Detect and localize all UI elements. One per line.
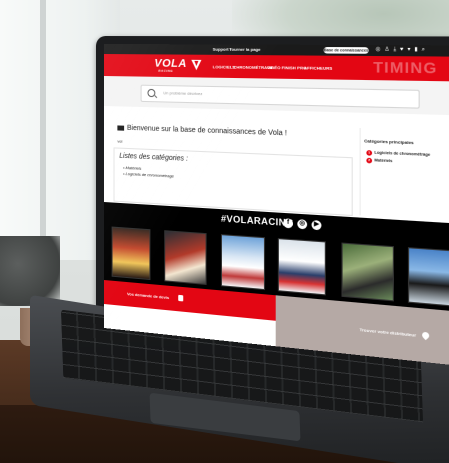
top-icon-group: ◎ ♙ ⤓ ♥ ▾ ▮ ⌕ [376, 46, 428, 53]
vola-logo[interactable]: VOLA RACING [154, 56, 214, 75]
nav-action-area[interactable] [396, 65, 449, 72]
social-photo[interactable] [277, 238, 326, 296]
social-photo[interactable] [341, 242, 394, 302]
social-photo[interactable] [111, 226, 151, 281]
nav-item-video-finish[interactable]: VIDÉO FINISH PRO [267, 65, 306, 71]
number-badge: 2 [366, 157, 373, 164]
heart-icon[interactable]: ♥ [400, 46, 403, 53]
search-icon [147, 88, 156, 98]
category-link-materials[interactable]: • Matériels [123, 165, 141, 171]
facebook-icon[interactable]: f [283, 218, 293, 229]
user-icon[interactable]: ♙ [384, 46, 389, 53]
globe-icon[interactable]: ◎ [376, 46, 381, 53]
instagram-icon[interactable]: ◎ [297, 219, 308, 230]
sidebar-item-label: Matériels [374, 158, 393, 164]
knowledge-base-button[interactable]: Base de connaissances [323, 47, 369, 54]
background-window-frame [40, 0, 46, 265]
background-cushion [0, 236, 60, 306]
breadcrumb[interactable]: vol [117, 139, 122, 144]
social-photo[interactable] [407, 247, 449, 308]
laptop-scene: Support Tourner la page Base de connaiss… [0, 0, 449, 463]
social-photo[interactable] [164, 230, 207, 285]
cart-icon[interactable]: ▾ [408, 46, 411, 53]
flag-icon[interactable]: ▮ [414, 46, 417, 53]
sidebar-item-label: Logiciels de chronométrage [374, 150, 431, 158]
search-placeholder: Un problème décrivez [163, 90, 203, 97]
nav-item-software[interactable]: LOGICIELS [213, 64, 235, 69]
turn-page-link[interactable]: Tourner la page [229, 47, 260, 52]
laptop-screen: Support Tourner la page Base de connaiss… [104, 44, 449, 367]
number-badge: 1 [366, 150, 373, 156]
youtube-icon[interactable]: ▶ [311, 220, 322, 231]
brand-subtitle: RACING [158, 68, 174, 73]
search-icon[interactable]: ⌕ [422, 46, 425, 53]
social-photo[interactable] [220, 234, 266, 291]
nav-item-displays[interactable]: AFFICHEURS [304, 65, 332, 71]
document-icon [178, 294, 184, 302]
download-icon[interactable]: ⤓ [394, 46, 397, 53]
support-link[interactable]: Support [213, 46, 229, 51]
folder-icon [117, 125, 125, 131]
sidebar-item-materials[interactable]: 2 Matériels [366, 157, 393, 165]
